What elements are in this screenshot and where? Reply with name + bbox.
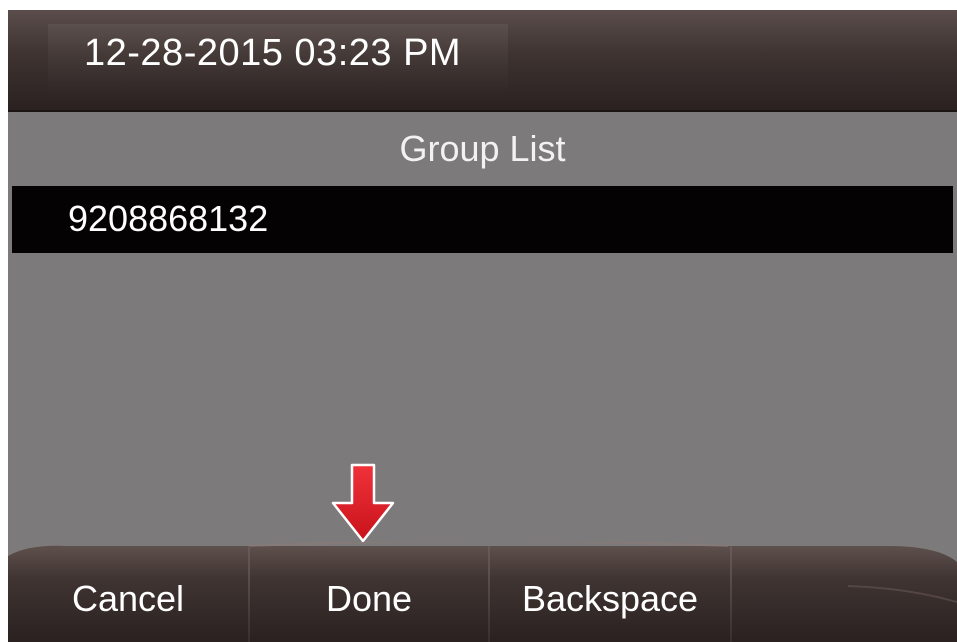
cancel-button[interactable]: Cancel bbox=[8, 542, 248, 642]
display-frame: 12-28-2015 03:23 PM Group List 920886813… bbox=[8, 10, 957, 642]
datetime-display: 12-28-2015 03:23 PM bbox=[84, 32, 462, 74]
backspace-button[interactable]: Backspace bbox=[490, 542, 730, 642]
softkey-bar: Cancel Done Backspace bbox=[8, 542, 957, 642]
cancel-label: Cancel bbox=[71, 578, 185, 619]
list-item[interactable]: 9208868132 bbox=[12, 186, 953, 253]
list-item-label: 9208868132 bbox=[68, 198, 269, 239]
done-button[interactable]: Done bbox=[250, 542, 488, 642]
backspace-label: Backspace bbox=[521, 578, 699, 619]
down-arrow-icon bbox=[331, 463, 395, 543]
status-bar: 12-28-2015 03:23 PM bbox=[8, 10, 957, 112]
phone-screen: 12-28-2015 03:23 PM Group List 920886813… bbox=[0, 0, 957, 642]
page-title: Group List bbox=[399, 128, 566, 169]
empty-softkey[interactable] bbox=[732, 542, 957, 642]
done-label: Done bbox=[325, 578, 413, 619]
